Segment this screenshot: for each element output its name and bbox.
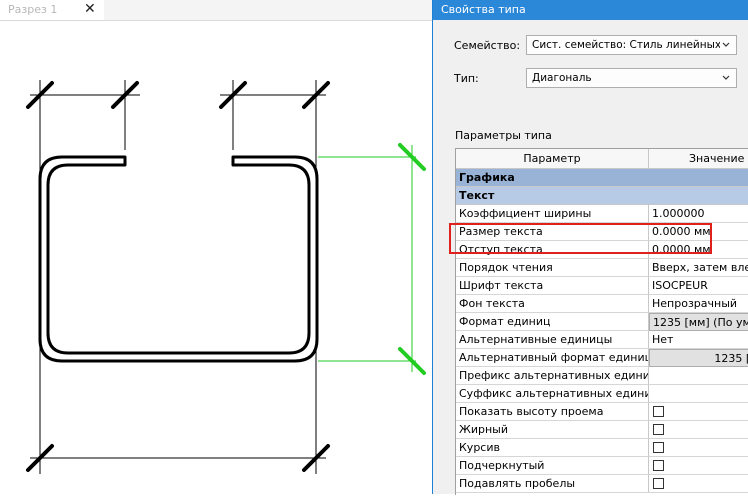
table-row[interactable]: Шрифт текста ISOCPEUR [456, 277, 748, 295]
table-row[interactable]: Порядок чтения Вверх, затем влево [456, 259, 748, 277]
table-row[interactable]: Курсив [456, 439, 748, 457]
checkbox[interactable] [653, 460, 664, 471]
profile-shape [38, 155, 319, 363]
unit-format-button[interactable]: 1235 [мм] (По умолч.) [649, 313, 748, 331]
param-name: Курсив [456, 439, 649, 457]
param-value [649, 475, 748, 493]
checkbox[interactable] [653, 442, 664, 453]
param-name: Отступ текста [456, 241, 649, 259]
table-row[interactable]: Жирный [456, 421, 748, 439]
family-label: Семейство: [454, 39, 521, 52]
type-parameters-grid: Параметр Значение Графика Текст Коэффици… [455, 148, 748, 495]
table-row[interactable]: Формат единиц 1235 [мм] (По умолч.) [456, 313, 748, 331]
table-row[interactable]: Показать высоту проема [456, 403, 748, 421]
dialog-title: Свойства типа [441, 3, 526, 16]
column-header-parameter[interactable]: Параметр [456, 149, 649, 169]
param-name: Порядок чтения [456, 259, 649, 277]
top-dimension-lines [30, 80, 326, 474]
view-tab-label: Разрез 1 [8, 3, 58, 16]
type-select[interactable]: Диагональ [526, 68, 737, 88]
table-row[interactable]: Подавлять пробелы [456, 475, 748, 493]
family-select[interactable]: Сист. семейство: Стиль линейных ра [526, 35, 737, 55]
param-value [649, 439, 748, 457]
dialog-titlebar[interactable]: Свойства типа [433, 0, 748, 20]
param-value[interactable]: Непрозрачный [649, 295, 748, 313]
table-row[interactable]: Альтернативные единицы Нет [456, 331, 748, 349]
group-text[interactable]: Текст [456, 187, 748, 205]
param-name: Префикс альтернативных единиц [456, 367, 649, 385]
type-select-value: Диагональ [532, 72, 592, 84]
param-name: Альтернативные единицы [456, 331, 649, 349]
column-header-value[interactable]: Значение [649, 149, 748, 169]
table-row[interactable]: Подчеркнутый [456, 457, 748, 475]
checkbox[interactable] [653, 406, 664, 417]
param-value[interactable] [649, 385, 748, 403]
table-row[interactable]: Альтернативный формат единиц 1235 [мм] [456, 349, 748, 367]
table-row[interactable]: Фон текста Непрозрачный [456, 295, 748, 313]
grid-header: Параметр Значение [456, 149, 748, 169]
type-label: Тип: [454, 72, 479, 85]
alt-unit-format-button[interactable]: 1235 [мм] [649, 349, 748, 367]
param-name: Коэффициент ширины [456, 205, 649, 223]
group-graphics[interactable]: Графика [456, 169, 748, 187]
type-parameters-label: Параметры типа [455, 129, 552, 142]
param-value [649, 421, 748, 439]
param-name: Шрифт текста [456, 277, 649, 295]
param-value [649, 403, 748, 421]
drawing-canvas[interactable] [0, 20, 432, 494]
param-name: Формат единиц [456, 313, 649, 331]
param-name: Альтернативный формат единиц [456, 349, 649, 367]
view-tab[interactable]: Разрез 1 ✕ [0, 0, 104, 20]
table-row[interactable]: Префикс альтернативных единиц [456, 367, 748, 385]
param-name: Жирный [456, 421, 649, 439]
param-name: Суффикс альтернативных единиц [456, 385, 649, 403]
dimension-ticks [26, 81, 330, 472]
param-value[interactable]: 0.0000 мм [649, 223, 748, 241]
chevron-down-icon [722, 42, 730, 47]
param-name: Подчеркнутый [456, 457, 649, 475]
table-row[interactable]: Размер текста 0.0000 мм [456, 223, 748, 241]
view-tab-bar: Разрез 1 ✕ [0, 0, 432, 21]
param-value[interactable]: Вверх, затем влево [649, 259, 748, 277]
param-value[interactable]: ISOCPEUR [649, 277, 748, 295]
param-value[interactable] [649, 367, 748, 385]
checkbox[interactable] [653, 424, 664, 435]
param-value[interactable]: 1.000000 [649, 205, 748, 223]
type-properties-dialog: Свойства типа Семейство: Сист. семейство… [432, 0, 748, 495]
family-select-value: Сист. семейство: Стиль линейных ра [532, 39, 720, 51]
close-icon[interactable]: ✕ [84, 1, 96, 17]
selected-dimension[interactable] [318, 143, 426, 375]
param-name: Размер текста [456, 223, 649, 241]
param-value [649, 457, 748, 475]
param-name: Фон текста [456, 295, 649, 313]
table-row[interactable]: Коэффициент ширины 1.000000 [456, 205, 748, 223]
table-row[interactable]: Суффикс альтернативных единиц [456, 385, 748, 403]
param-value[interactable]: Нет [649, 331, 748, 349]
chevron-down-icon [722, 75, 730, 80]
param-name: Подавлять пробелы [456, 475, 649, 493]
checkbox[interactable] [653, 478, 664, 489]
table-row[interactable]: Отступ текста 0.0000 мм [456, 241, 748, 259]
param-value[interactable]: 0.0000 мм [649, 241, 748, 259]
param-name: Показать высоту проема [456, 403, 649, 421]
